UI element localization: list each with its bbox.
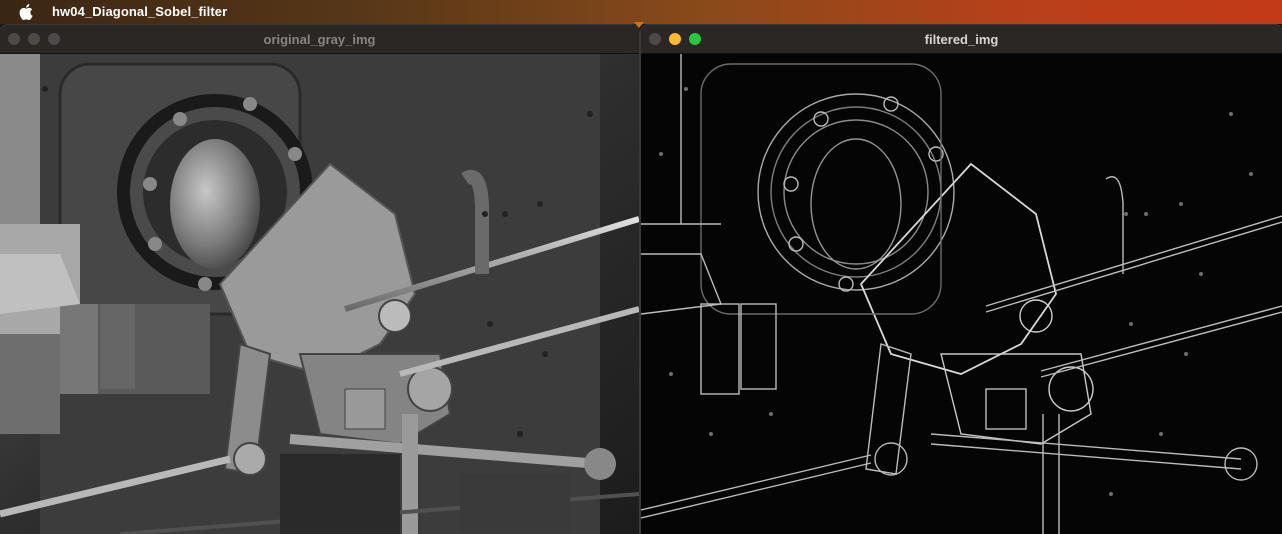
- window-filtered-img[interactable]: filtered_img: [641, 25, 1282, 534]
- window-title: original_gray_img: [263, 32, 376, 47]
- window-titlebar[interactable]: original_gray_img: [0, 25, 639, 54]
- original-image-canvas: [0, 54, 639, 534]
- apple-logo-icon[interactable]: [19, 3, 35, 21]
- window-titlebar[interactable]: filtered_img: [641, 25, 1282, 54]
- window-title: filtered_img: [924, 32, 999, 47]
- window-original-gray-img[interactable]: original_gray_img: [0, 25, 639, 534]
- menu-bar: hw04_Diagonal_Sobel_filter: [0, 0, 1282, 24]
- app-name-menu[interactable]: hw04_Diagonal_Sobel_filter: [52, 4, 227, 19]
- filtered-image-canvas: [641, 54, 1282, 534]
